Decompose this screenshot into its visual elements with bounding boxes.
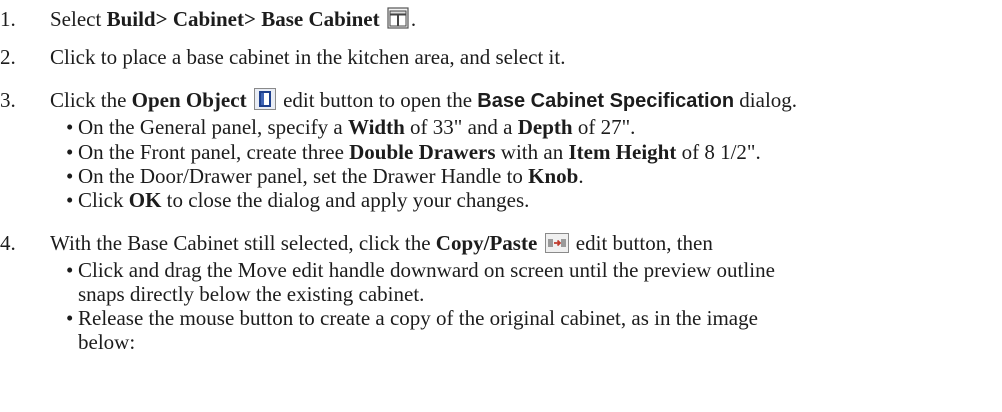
- bullet-text: On the General panel, specify a: [78, 115, 348, 139]
- dialog-name: Base Cabinet Specification: [477, 90, 735, 112]
- step-text-middle: edit button to open the: [277, 88, 478, 112]
- bullet-text: of 8 1/2".: [676, 140, 761, 164]
- bullet-dot: •: [66, 164, 74, 188]
- step-number: 3.: [0, 88, 16, 112]
- bullet-text: of 33" and a: [404, 115, 518, 139]
- bullet-bold: Item Height: [568, 140, 677, 164]
- bullet-dot: •: [66, 140, 74, 164]
- button-name: Copy/Paste: [435, 231, 538, 255]
- bullet-dot: •: [66, 258, 74, 282]
- step-suffix: edit button, then: [570, 231, 713, 255]
- menu-path: Build> Cabinet> Base Cabinet: [106, 7, 380, 31]
- base-cabinet-icon: [387, 7, 409, 34]
- bullet-bold: Depth: [517, 115, 573, 139]
- bullet-bold: Width: [347, 115, 405, 139]
- step-number: 4.: [0, 231, 16, 255]
- step-suffix: dialog.: [734, 88, 798, 112]
- step-number: 1.: [0, 7, 16, 31]
- bullet-text: with an: [495, 140, 569, 164]
- bullet-text-line-2: below:: [78, 330, 136, 354]
- bullet-bold: Double Drawers: [349, 140, 496, 164]
- bullet-text-line-2: snaps directly below the existing cabine…: [78, 282, 425, 306]
- step-3-bullet-1: • On the General panel, specify a Width o…: [66, 115, 635, 139]
- step-3-bullet-4: • Click OK to close the dialog and apply …: [66, 188, 529, 212]
- step-suffix: .: [410, 7, 417, 31]
- button-name: Open Object: [131, 88, 247, 112]
- bullet-dot: •: [66, 115, 74, 139]
- bullet-bold: OK: [128, 188, 162, 212]
- open-object-icon: [253, 88, 276, 115]
- bullet-text: Click: [78, 188, 129, 212]
- bullet-text: to close the dialog and apply your chang…: [161, 188, 530, 212]
- bullet-text-line-1: Click and drag the Move edit handle down…: [78, 258, 775, 282]
- step-number: 2.: [0, 45, 16, 69]
- bullet-bold: Knob: [528, 164, 579, 188]
- bullet-dot: •: [66, 188, 74, 212]
- bullet-dot: •: [66, 306, 74, 330]
- step-text: Select: [50, 7, 107, 31]
- step-4-bullet-1: • Click and drag the Move edit handle dow…: [66, 258, 775, 306]
- step-3-bullet-3: • On the Door/Drawer panel, set the Drawe…: [66, 164, 584, 188]
- step-4-bullet-2: • Release the mouse button to create a co…: [66, 306, 758, 354]
- step-3-bullet-2: • On the Front panel, create three Double…: [66, 140, 761, 164]
- bullet-text: On the Door/Drawer panel, set the Drawer…: [78, 164, 529, 188]
- bullet-text: .: [578, 164, 584, 188]
- bullet-text: of 27".: [572, 115, 636, 139]
- copy-paste-icon: [544, 233, 569, 258]
- step-text: With the Base Cabinet still selected, cl…: [50, 231, 436, 255]
- bullet-text: On the Front panel, create three: [78, 140, 350, 164]
- step-text: Click the: [50, 88, 132, 112]
- bullet-text-line-1: Release the mouse button to create a cop…: [78, 306, 758, 330]
- step-text: Click to place a base cabinet in the kit…: [50, 45, 566, 69]
